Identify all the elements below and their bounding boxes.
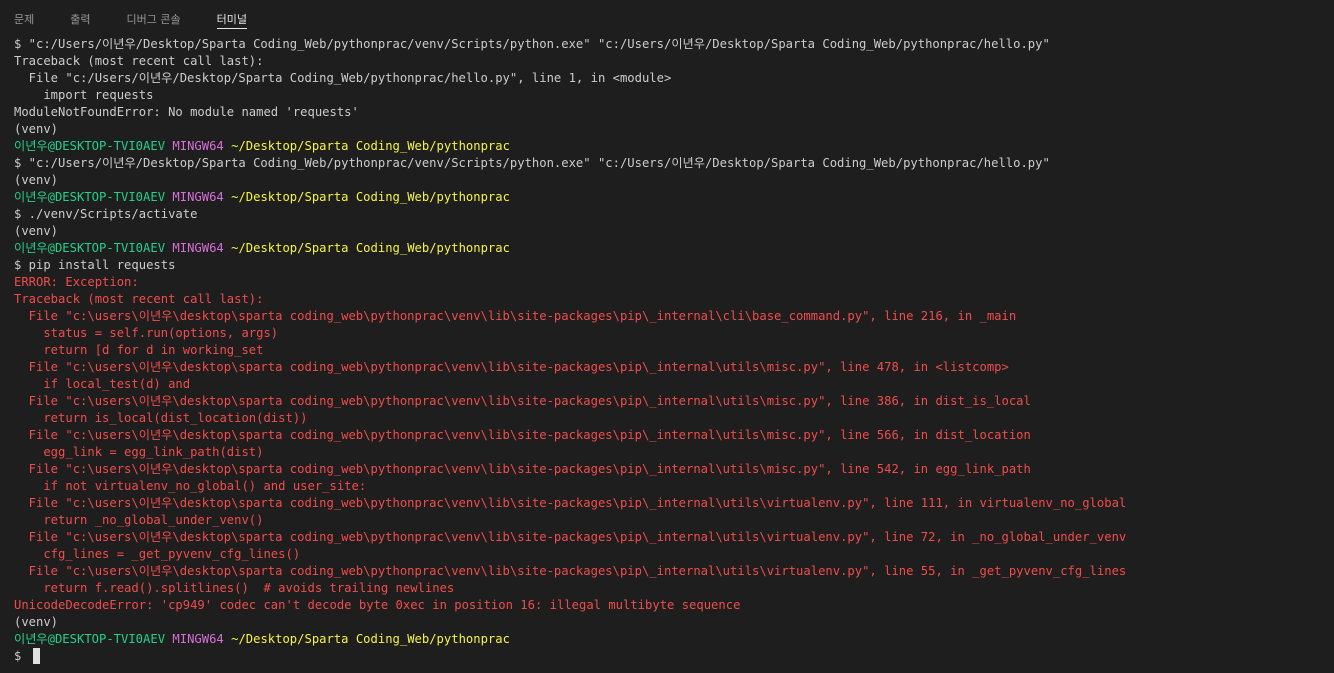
prompt-shell: MINGW64	[172, 241, 224, 255]
terminal-cursor	[32, 648, 40, 664]
terminal-line: Traceback (most recent call last):	[14, 53, 1334, 70]
terminal-prompt-line: 이년우@DESKTOP-TVI0AEV MINGW64 ~/Desktop/Sp…	[14, 240, 1334, 257]
prompt-path: ~/Desktop/Sparta Coding_Web/pythonprac	[231, 241, 510, 255]
terminal-line-text: File "c:/Users/이년우/Desktop/Sparta Coding…	[14, 71, 672, 85]
terminal-line: $ "c:/Users/이년우/Desktop/Sparta Coding_We…	[14, 36, 1334, 53]
terminal-line-text: Traceback (most recent call last):	[14, 292, 264, 306]
terminal-line-text: File "c:\users\이년우\desktop\sparta coding…	[14, 360, 1009, 374]
terminal-line: import requests	[14, 87, 1334, 104]
terminal-line: (venv)	[14, 614, 1334, 631]
prompt-path: ~/Desktop/Sparta Coding_Web/pythonprac	[231, 139, 510, 153]
terminal-line-text: File "c:\users\이년우\desktop\sparta coding…	[14, 564, 1127, 578]
terminal-line-text: File "c:\users\이년우\desktop\sparta coding…	[14, 530, 1127, 544]
terminal-line: File "c:/Users/이년우/Desktop/Sparta Coding…	[14, 70, 1334, 87]
terminal-error-line: File "c:\users\이년우\desktop\sparta coding…	[14, 308, 1334, 325]
terminal-error-line: return f.read().splitlines() # avoids tr…	[14, 580, 1334, 597]
terminal-error-line: ERROR: Exception:	[14, 274, 1334, 291]
terminal-line-text: (venv)	[14, 173, 59, 187]
terminal-error-line: File "c:\users\이년우\desktop\sparta coding…	[14, 495, 1334, 512]
terminal-error-line: File "c:\users\이년우\desktop\sparta coding…	[14, 393, 1334, 410]
prompt-user-host: 이년우@DESKTOP-TVI0AEV	[14, 190, 166, 204]
terminal-error-line: status = self.run(options, args)	[14, 325, 1334, 342]
terminal-error-line: return is_local(dist_location(dist))	[14, 410, 1334, 427]
terminal-line-text: cfg_lines = _get_pyvenv_cfg_lines()	[14, 547, 301, 561]
terminal-line-text: File "c:\users\이년우\desktop\sparta coding…	[14, 462, 1031, 476]
terminal-error-line: File "c:\users\이년우\desktop\sparta coding…	[14, 359, 1334, 376]
terminal-error-line: if not virtualenv_no_global() and user_s…	[14, 478, 1334, 495]
terminal-line-text: return [d for d in working_set	[14, 343, 264, 357]
terminal-error-line: if local_test(d) and	[14, 376, 1334, 393]
terminal-line: $	[14, 648, 1334, 665]
tab-debug-console[interactable]: 디버그 콘솔	[127, 0, 181, 27]
terminal-output[interactable]: $ "c:/Users/이년우/Desktop/Sparta Coding_We…	[14, 36, 1334, 673]
prompt-user-host: 이년우@DESKTOP-TVI0AEV	[14, 241, 166, 255]
panel-tab-bar: 문제 출력 디버그 콘솔 터미널	[0, 0, 1334, 34]
terminal-error-line: return [d for d in working_set	[14, 342, 1334, 359]
terminal-line-text: (venv)	[14, 224, 59, 238]
terminal-line-text: File "c:\users\이년우\desktop\sparta coding…	[14, 309, 1017, 323]
terminal-line-text: status = self.run(options, args)	[14, 326, 279, 340]
terminal-error-line: File "c:\users\이년우\desktop\sparta coding…	[14, 427, 1334, 444]
terminal-line-text: File "c:\users\이년우\desktop\sparta coding…	[14, 496, 1127, 510]
terminal-line-text: $ "c:/Users/이년우/Desktop/Sparta Coding_We…	[14, 156, 1050, 170]
terminal-line: ModuleNotFoundError: No module named 're…	[14, 104, 1334, 121]
terminal-line-text: $ "c:/Users/이년우/Desktop/Sparta Coding_We…	[14, 37, 1050, 51]
terminal-panel: 문제 출력 디버그 콘솔 터미널 $ "c:/Users/이년우/Desktop…	[0, 0, 1334, 673]
prompt-path: ~/Desktop/Sparta Coding_Web/pythonprac	[231, 632, 510, 646]
terminal-line-text: import requests	[14, 88, 154, 102]
terminal-line: (venv)	[14, 172, 1334, 189]
terminal-error-line: File "c:\users\이년우\desktop\sparta coding…	[14, 563, 1334, 580]
terminal-prompt-line: 이년우@DESKTOP-TVI0AEV MINGW64 ~/Desktop/Sp…	[14, 138, 1334, 155]
terminal-line-text: $ ./venv/Scripts/activate	[14, 207, 198, 221]
terminal-line-text: Traceback (most recent call last):	[14, 54, 264, 68]
terminal-error-line: Traceback (most recent call last):	[14, 291, 1334, 308]
terminal-error-line: egg_link = egg_link_path(dist)	[14, 444, 1334, 461]
terminal-line: (venv)	[14, 121, 1334, 138]
terminal-line-text: $	[14, 649, 29, 663]
terminal-line-text: File "c:\users\이년우\desktop\sparta coding…	[14, 428, 1031, 442]
prompt-user-host: 이년우@DESKTOP-TVI0AEV	[14, 632, 166, 646]
prompt-shell: MINGW64	[172, 139, 224, 153]
terminal-line-text: return f.read().splitlines() # avoids tr…	[14, 581, 455, 595]
terminal-line-text: (venv)	[14, 122, 59, 136]
tab-problems[interactable]: 문제	[14, 0, 34, 27]
terminal-line: (venv)	[14, 223, 1334, 240]
terminal-error-line: return _no_global_under_venv()	[14, 512, 1334, 529]
terminal-line-text: egg_link = egg_link_path(dist)	[14, 445, 264, 459]
terminal-line-text: if local_test(d) and	[14, 377, 191, 391]
prompt-shell: MINGW64	[172, 632, 224, 646]
prompt-user-host: 이년우@DESKTOP-TVI0AEV	[14, 139, 166, 153]
terminal-line-text: ERROR: Exception:	[14, 275, 139, 289]
terminal-line-text: File "c:\users\이년우\desktop\sparta coding…	[14, 394, 1031, 408]
terminal-prompt-line: 이년우@DESKTOP-TVI0AEV MINGW64 ~/Desktop/Sp…	[14, 189, 1334, 206]
terminal-error-line: File "c:\users\이년우\desktop\sparta coding…	[14, 461, 1334, 478]
tab-terminal[interactable]: 터미널	[216, 0, 248, 29]
terminal-line: $ ./venv/Scripts/activate	[14, 206, 1334, 223]
terminal-line-text: (venv)	[14, 615, 59, 629]
terminal-error-line: UnicodeDecodeError: 'cp949' codec can't …	[14, 597, 1334, 614]
terminal-line-text: return is_local(dist_location(dist))	[14, 411, 308, 425]
terminal-line: $ pip install requests	[14, 257, 1334, 274]
terminal-error-line: cfg_lines = _get_pyvenv_cfg_lines()	[14, 546, 1334, 563]
terminal-prompt-line: 이년우@DESKTOP-TVI0AEV MINGW64 ~/Desktop/Sp…	[14, 631, 1334, 648]
prompt-shell: MINGW64	[172, 190, 224, 204]
terminal-line-text: UnicodeDecodeError: 'cp949' codec can't …	[14, 598, 741, 612]
prompt-path: ~/Desktop/Sparta Coding_Web/pythonprac	[231, 190, 510, 204]
terminal-line-text: ModuleNotFoundError: No module named 're…	[14, 105, 359, 119]
terminal-line: $ "c:/Users/이년우/Desktop/Sparta Coding_We…	[14, 155, 1334, 172]
tab-output[interactable]: 출력	[70, 0, 90, 27]
terminal-line-text: if not virtualenv_no_global() and user_s…	[14, 479, 367, 493]
terminal-line-text: $ pip install requests	[14, 258, 176, 272]
terminal-line-text: return _no_global_under_venv()	[14, 513, 264, 527]
terminal-error-line: File "c:\users\이년우\desktop\sparta coding…	[14, 529, 1334, 546]
